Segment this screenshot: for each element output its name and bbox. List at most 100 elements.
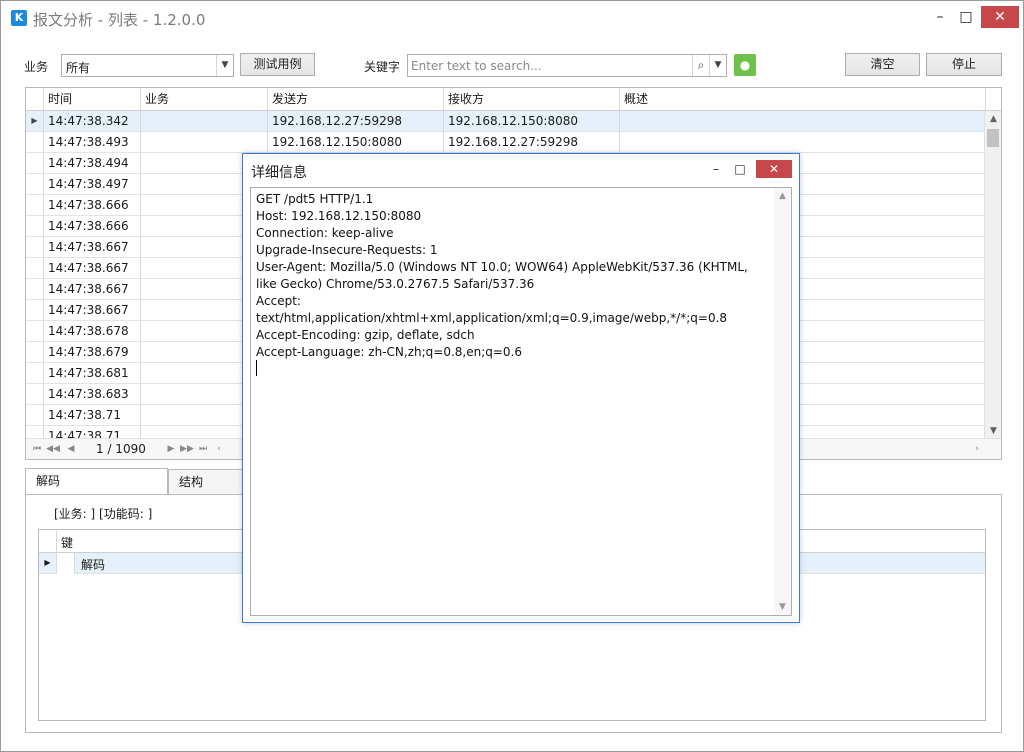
row-indicator[interactable] — [26, 279, 44, 299]
maximize-button[interactable]: □ — [951, 6, 981, 28]
cell-time[interactable]: 14:47:38.667 — [44, 279, 141, 299]
row-indicator[interactable] — [26, 153, 44, 173]
cell-time[interactable]: 14:47:38.666 — [44, 195, 141, 215]
cell-business[interactable] — [141, 132, 268, 152]
column-header-receiver[interactable]: 接收方 — [444, 88, 620, 110]
next-page-icon[interactable]: ▶ — [164, 441, 178, 457]
maximize-icon: □ — [734, 162, 746, 176]
scroll-right-icon[interactable]: › — [970, 441, 984, 457]
test-case-button[interactable]: 测试用例 — [240, 53, 315, 76]
prev-page-icon[interactable]: ◀ — [64, 441, 78, 457]
minimize-icon: – — [936, 9, 944, 25]
cell-sender[interactable]: 192.168.12.150:8080 — [268, 132, 444, 152]
cell-time[interactable]: 14:47:38.342 — [44, 111, 141, 131]
cell-time[interactable]: 14:47:38.71 — [44, 405, 141, 425]
table-row[interactable]: ▶ 14:47:38.342 192.168.12.27:59298 192.168.… — [26, 111, 984, 132]
search-input[interactable] — [411, 57, 691, 75]
cell-time[interactable]: 14:47:38.497 — [44, 174, 141, 194]
scroll-left-icon[interactable]: ‹ — [212, 441, 226, 457]
cell-time[interactable]: 14:47:38.666 — [44, 216, 141, 236]
current-row-indicator-icon[interactable]: ▶ — [26, 111, 44, 131]
cell-time[interactable]: 14:47:38.678 — [44, 321, 141, 341]
dialog-vertical-scrollbar[interactable]: ▲ ▼ — [774, 188, 791, 615]
column-header-key[interactable]: 键 — [61, 534, 73, 551]
decode-header-indicator — [39, 530, 57, 553]
business-combobox-value: 所有 — [66, 61, 91, 75]
cell-summary[interactable] — [620, 132, 984, 152]
column-header-business[interactable]: 业务 — [141, 88, 268, 110]
stop-button[interactable]: 停止 — [926, 53, 1002, 76]
close-icon: ✕ — [768, 162, 780, 176]
row-expand-icon[interactable]: ▶ — [39, 553, 57, 574]
row-indicator[interactable] — [26, 321, 44, 341]
row-indicator[interactable] — [26, 237, 44, 257]
table-row[interactable]: 14:47:38.493 192.168.12.150:8080 192.168.1… — [26, 132, 984, 153]
dialog-title: 详细信息 — [251, 165, 307, 181]
clear-button[interactable]: 清空 — [845, 53, 920, 76]
row-indicator[interactable] — [26, 384, 44, 404]
search-icon[interactable]: ⌕ — [692, 55, 709, 76]
cell-receiver[interactable]: 192.168.12.150:8080 — [444, 111, 620, 131]
scroll-up-icon[interactable]: ▲ — [774, 188, 791, 204]
decode-row-label: 解码 — [81, 558, 106, 572]
cell-time[interactable]: 14:47:38.667 — [44, 237, 141, 257]
scroll-down-icon[interactable]: ▼ — [985, 423, 1001, 439]
row-indicator[interactable] — [26, 258, 44, 278]
chat-icon[interactable]: ● — [734, 54, 756, 76]
title-bar: K 报文分析 - 列表 - 1.2.0.0 – □ ✕ — [1, 1, 1023, 35]
cell-time[interactable]: 14:47:38.667 — [44, 300, 141, 320]
chevron-down-icon[interactable]: ▼ — [216, 55, 233, 76]
app-logo-icon: K — [11, 10, 27, 26]
row-indicator[interactable] — [26, 300, 44, 320]
cell-sender[interactable]: 192.168.12.27:59298 — [268, 111, 444, 131]
cell-time[interactable]: 14:47:38.493 — [44, 132, 141, 152]
cell-time[interactable]: 14:47:38.494 — [44, 153, 141, 173]
business-label: 业务 — [24, 60, 49, 74]
scroll-down-icon[interactable]: ▼ — [774, 599, 791, 615]
dialog-minimize-button[interactable]: – — [705, 160, 727, 178]
row-indicator[interactable] — [26, 174, 44, 194]
column-header-time[interactable]: 时间 — [44, 88, 141, 110]
search-box[interactable]: ⌕ ▼ — [407, 54, 727, 77]
column-header-summary[interactable]: 概述 — [620, 88, 986, 110]
row-indicator[interactable] — [26, 132, 44, 152]
scroll-up-icon[interactable]: ▲ — [985, 111, 1001, 127]
row-indicator[interactable] — [26, 195, 44, 215]
close-button[interactable]: ✕ — [981, 6, 1019, 28]
last-page-icon[interactable]: ⏭ — [196, 441, 210, 457]
detail-textarea[interactable]: GET /pdt5 HTTP/1.1 Host: 192.168.12.150:… — [250, 187, 792, 616]
cell-time[interactable]: 14:47:38.679 — [44, 342, 141, 362]
business-function-info: [业务: ] [功能码: ] — [54, 507, 153, 521]
cell-time[interactable]: 14:47:38.681 — [44, 363, 141, 383]
prev-page-fast-icon[interactable]: ◀◀ — [46, 441, 60, 457]
dialog-maximize-button[interactable]: □ — [729, 160, 751, 178]
row-indicator[interactable] — [26, 405, 44, 425]
cell-time[interactable]: 14:47:38.683 — [44, 384, 141, 404]
grid-header: 时间 业务 发送方 接收方 概述 — [26, 88, 1001, 111]
cell-summary[interactable] — [620, 111, 984, 131]
first-page-icon[interactable]: ⏮ — [30, 441, 44, 457]
maximize-icon: □ — [959, 9, 973, 25]
row-indicator[interactable] — [26, 342, 44, 362]
text-caret — [256, 360, 257, 376]
cell-business[interactable] — [141, 111, 268, 131]
cell-receiver[interactable]: 192.168.12.27:59298 — [444, 132, 620, 152]
column-header-sender[interactable]: 发送方 — [268, 88, 444, 110]
tab-decode[interactable]: 解码 — [25, 468, 168, 495]
dialog-close-button[interactable]: ✕ — [756, 160, 792, 178]
page-indicator: 1 / 1090 — [96, 442, 146, 456]
grid-vertical-scrollbar[interactable]: ▲ ▼ — [984, 111, 1001, 439]
row-indicator[interactable] — [26, 363, 44, 383]
keyword-label: 关键字 — [364, 60, 401, 74]
window-title: 报文分析 - 列表 - 1.2.0.0 — [33, 11, 206, 29]
header-indicator — [26, 88, 44, 110]
cell-time[interactable]: 14:47:38.667 — [44, 258, 141, 278]
tab-structure[interactable]: 结构 — [168, 469, 244, 494]
search-dropdown-icon[interactable]: ▼ — [709, 55, 726, 76]
row-indicator[interactable] — [26, 216, 44, 236]
minimize-icon: – — [713, 162, 719, 176]
business-combobox[interactable]: 所有 ▼ — [61, 54, 234, 77]
next-page-fast-icon[interactable]: ▶▶ — [180, 441, 194, 457]
detail-content: GET /pdt5 HTTP/1.1 Host: 192.168.12.150:… — [256, 192, 748, 359]
scrollbar-thumb[interactable] — [987, 129, 999, 147]
